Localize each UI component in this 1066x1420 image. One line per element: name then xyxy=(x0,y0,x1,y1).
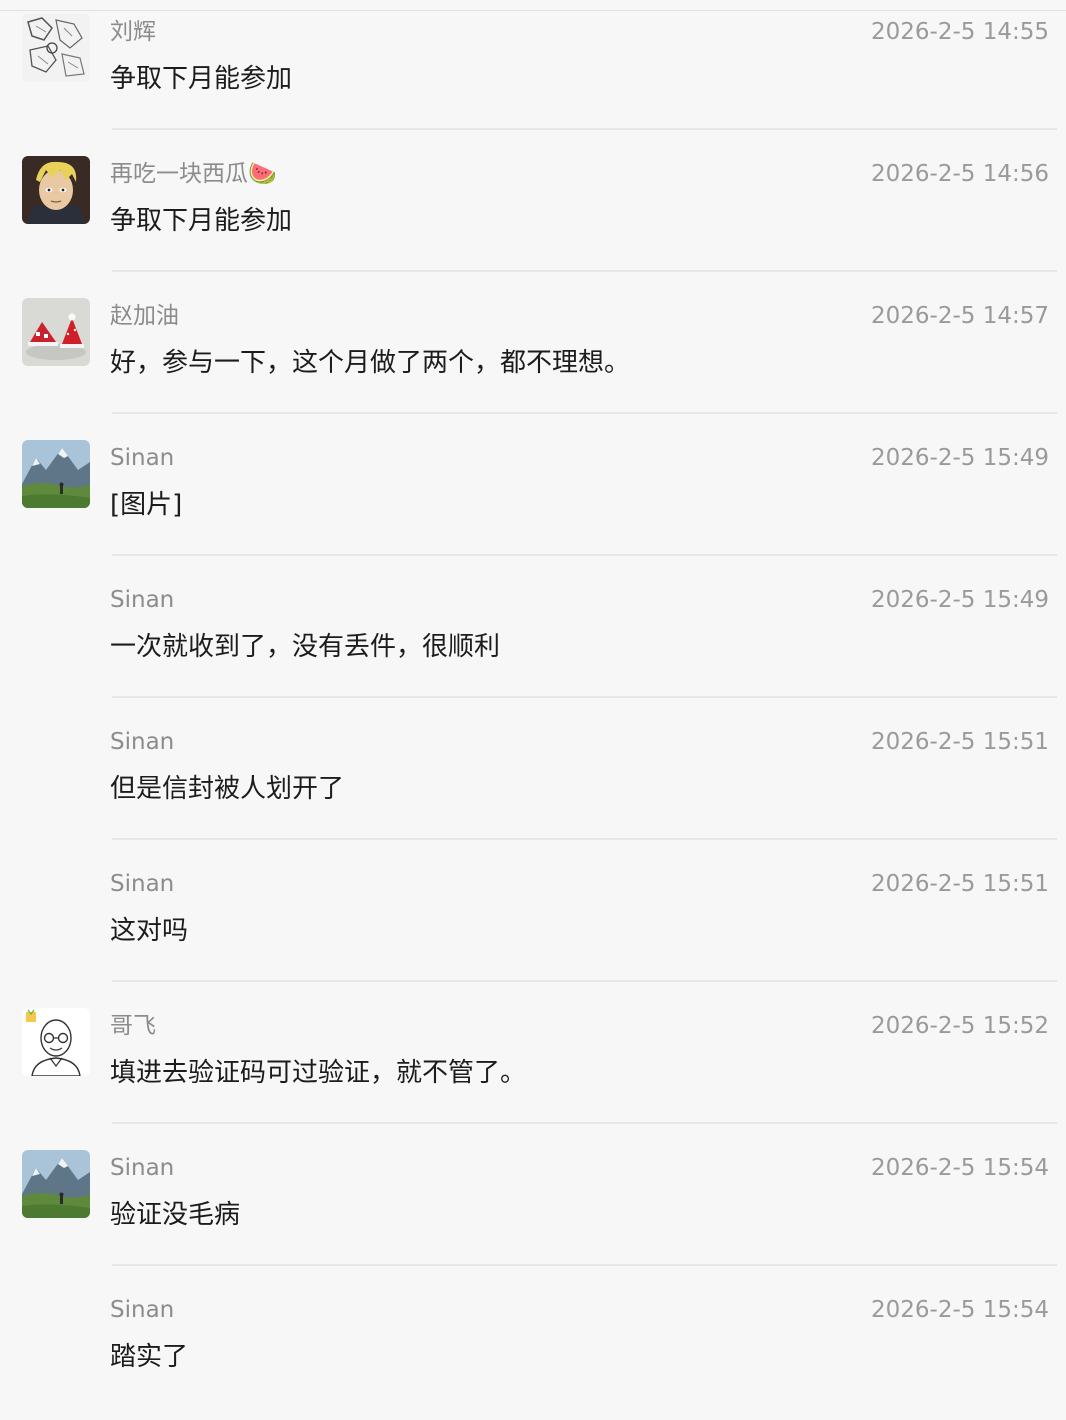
mountain-landscape-avatar[interactable] xyxy=(22,1150,90,1218)
chat-message: Sinan 2026-2-5 15:51 这对吗 xyxy=(0,852,1066,994)
message-timestamp: 2026-2-5 15:54 xyxy=(871,1297,1049,1323)
message-timestamp: 2026-2-5 14:57 xyxy=(871,303,1049,329)
message-timestamp: 2026-2-5 15:49 xyxy=(871,587,1049,613)
message-timestamp: 2026-2-5 14:55 xyxy=(871,19,1049,45)
message-text: 好，参与一下，这个月做了两个，都不理想。 xyxy=(110,348,631,378)
message-divider xyxy=(112,980,1057,982)
cartoon-man-glasses-avatar[interactable] xyxy=(22,1008,90,1076)
chat-message: 哥飞 2026-2-5 15:52 填进去验证码可过验证，就不管了。 xyxy=(0,994,1066,1136)
chat-message: Sinan 2026-2-5 15:49 一次就收到了，没有丢件，很顺利 xyxy=(0,568,1066,710)
message-divider xyxy=(112,128,1057,130)
message-timestamp: 2026-2-5 14:56 xyxy=(871,161,1049,187)
christmas-hats-avatar-image xyxy=(22,298,90,366)
message-divider xyxy=(112,838,1057,840)
message-divider xyxy=(112,1264,1057,1266)
sender-name[interactable]: Sinan xyxy=(110,442,174,474)
message-text: 这对吗 xyxy=(110,916,189,946)
message-timestamp: 2026-2-5 15:54 xyxy=(871,1155,1049,1181)
message-timestamp: 2026-2-5 15:51 xyxy=(871,871,1049,897)
cartoon-man-glasses-avatar-image xyxy=(22,1008,90,1076)
message-timestamp: 2026-2-5 15:51 xyxy=(871,729,1049,755)
sender-name[interactable]: 再吃一块西瓜🍉 xyxy=(110,158,277,190)
sender-name[interactable]: 赵加油 xyxy=(110,300,179,332)
message-divider xyxy=(112,554,1057,556)
message-timestamp: 2026-2-5 15:49 xyxy=(871,445,1049,471)
mountain-landscape-avatar-image xyxy=(22,1150,90,1218)
message-divider xyxy=(112,270,1057,272)
chat-message: Sinan 2026-2-5 15:49 [图片] xyxy=(0,426,1066,568)
sender-name[interactable]: Sinan xyxy=(110,1152,174,1184)
christmas-hats-avatar[interactable] xyxy=(22,298,90,366)
anime-boy-avatar-image xyxy=(22,156,90,224)
message-text: 填进去验证码可过验证，就不管了。 xyxy=(110,1058,527,1088)
message-divider xyxy=(112,1122,1057,1124)
chat-message: Sinan 2026-2-5 15:51 但是信封被人划开了 xyxy=(0,710,1066,852)
chat-message: Sinan 2026-2-5 15:54 踏实了 xyxy=(0,1278,1066,1420)
sketch-avatar-image xyxy=(22,14,90,82)
mountain-landscape-avatar-image xyxy=(22,440,90,508)
sender-name[interactable]: Sinan xyxy=(110,584,174,616)
sender-name[interactable]: Sinan xyxy=(110,868,174,900)
chat-message-list[interactable]: 刘辉 2026-2-5 14:55 争取下月能参加 再吃一块西瓜🍉 2026-2… xyxy=(0,0,1066,1420)
chat-message: Sinan 2026-2-5 15:54 验证没毛病 xyxy=(0,1136,1066,1278)
image-placeholder-text[interactable]: [图片] xyxy=(110,486,182,524)
chat-message: 再吃一块西瓜🍉 2026-2-5 14:56 争取下月能参加 xyxy=(0,142,1066,284)
sender-name[interactable]: Sinan xyxy=(110,1294,174,1326)
message-timestamp: 2026-2-5 15:52 xyxy=(871,1013,1049,1039)
sketch-avatar[interactable] xyxy=(22,14,90,82)
message-divider xyxy=(112,696,1057,698)
sender-name[interactable]: 哥飞 xyxy=(110,1010,156,1042)
message-text: 但是信封被人划开了 xyxy=(110,774,345,804)
message-text: 验证没毛病 xyxy=(110,1200,241,1230)
message-text: 争取下月能参加 xyxy=(110,206,293,236)
mountain-landscape-avatar[interactable] xyxy=(22,440,90,508)
sender-name[interactable]: 刘辉 xyxy=(110,16,156,48)
message-text: 踏实了 xyxy=(110,1342,189,1372)
message-divider xyxy=(112,412,1057,414)
anime-boy-avatar[interactable] xyxy=(22,156,90,224)
message-text: 争取下月能参加 xyxy=(110,64,293,94)
chat-message: 赵加油 2026-2-5 14:57 好，参与一下，这个月做了两个，都不理想。 xyxy=(0,284,1066,426)
message-text: 一次就收到了，没有丢件，很顺利 xyxy=(110,632,501,662)
chat-message: 刘辉 2026-2-5 14:55 争取下月能参加 xyxy=(0,0,1066,142)
sender-name[interactable]: Sinan xyxy=(110,726,174,758)
